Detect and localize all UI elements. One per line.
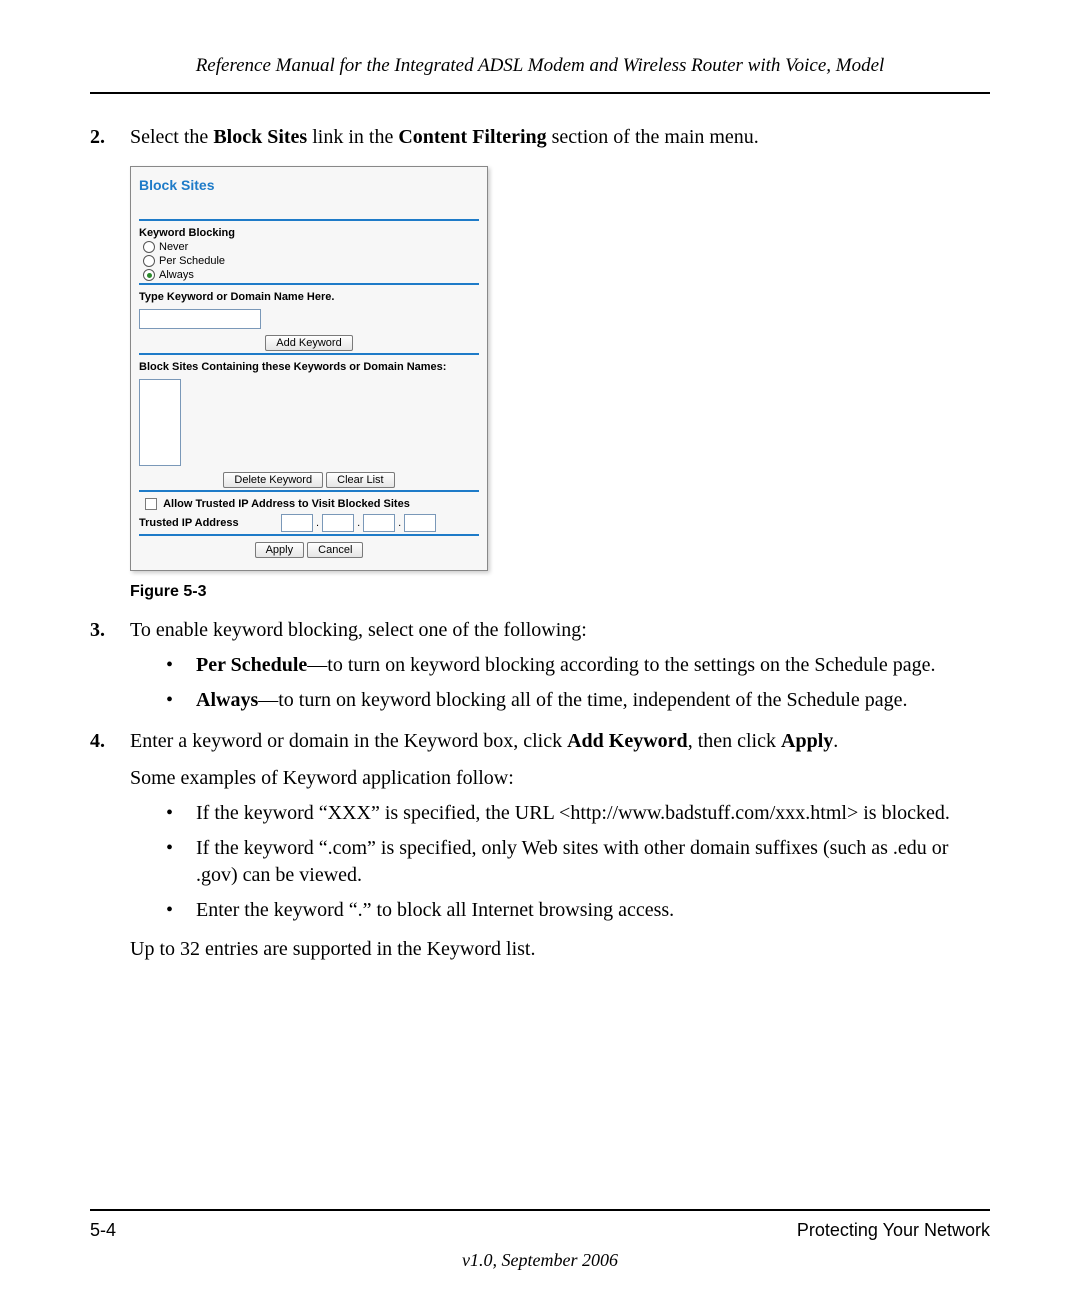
step-3-bullet-2-text: —to turn on keyword blocking all of the … [258, 689, 907, 711]
running-header: Reference Manual for the Integrated ADSL… [90, 55, 990, 94]
step-3-bullet-1-bold: Per Schedule [196, 654, 307, 676]
panel-separator-5 [139, 534, 479, 536]
section-title: Protecting Your Network [797, 1220, 990, 1241]
trusted-ip-octet-4[interactable] [404, 514, 436, 532]
panel-separator-2 [139, 283, 479, 285]
step-3-number: 3. [90, 617, 130, 714]
footer-rule [90, 1209, 990, 1211]
footer: 5-4 Protecting Your Network [90, 1220, 990, 1241]
step-4-bold1: Add Keyword [567, 730, 688, 752]
page-number: 5-4 [90, 1220, 116, 1241]
panel-title: Block Sites [139, 173, 479, 217]
block-sites-panel: Block Sites Keyword Blocking Never Per S… [130, 166, 488, 571]
step-4-bold2: Apply [781, 730, 833, 752]
trusted-ip-row: Trusted IP Address . . . [139, 514, 479, 532]
keyword-input[interactable] [139, 309, 261, 329]
radio-per-schedule[interactable] [143, 255, 155, 267]
step-2-pre: Select the [130, 126, 213, 148]
trusted-ip-octet-1[interactable] [281, 514, 313, 532]
add-keyword-button[interactable]: Add Keyword [265, 335, 352, 351]
content-body: 2. Select the Block Sites link in the Co… [90, 124, 990, 963]
keyword-blocking-label: Keyword Blocking [139, 227, 479, 239]
radio-per-schedule-label: Per Schedule [159, 255, 225, 267]
radio-always-label: Always [159, 269, 194, 281]
step-4-number: 4. [90, 728, 130, 963]
step-4: 4. Enter a keyword or domain in the Keyw… [90, 728, 990, 963]
allow-trusted-checkbox[interactable] [145, 498, 157, 510]
step-4-mid: , then click [688, 730, 781, 752]
radio-never-row[interactable]: Never [139, 241, 479, 253]
clear-list-button[interactable]: Clear List [326, 472, 394, 488]
radio-per-schedule-row[interactable]: Per Schedule [139, 255, 479, 267]
bullet-icon: • [166, 652, 196, 679]
version-line: v1.0, September 2006 [0, 1250, 1080, 1271]
panel-separator [139, 219, 479, 221]
step-3: 3. To enable keyword blocking, select on… [90, 617, 990, 714]
apply-button[interactable]: Apply [255, 542, 305, 558]
step-4-bullet-2-text: If the keyword “.com” is specified, only… [196, 835, 990, 889]
step-3-bullet-2: • Always—to turn on keyword blocking all… [166, 687, 990, 714]
figure-label: Figure 5-3 [130, 583, 990, 601]
step-3-bullet-2-bold: Always [196, 689, 258, 711]
bullet-icon: • [166, 897, 196, 924]
type-keyword-label: Type Keyword or Domain Name Here. [139, 291, 479, 303]
step-4-pre: Enter a keyword or domain in the Keyword… [130, 730, 567, 752]
bullet-icon: • [166, 687, 196, 714]
radio-always[interactable] [143, 269, 155, 281]
step-4-after1: Some examples of Keyword application fol… [130, 765, 990, 792]
panel-separator-4 [139, 490, 479, 492]
step-4-bullet-2: • If the keyword “.com” is specified, on… [166, 835, 990, 889]
block-sites-containing-label: Block Sites Containing these Keywords or… [139, 361, 479, 373]
ip-dot: . [356, 517, 361, 529]
radio-always-row[interactable]: Always [139, 269, 479, 281]
ip-dot: . [315, 517, 320, 529]
ip-dot: . [397, 517, 402, 529]
step-2-number: 2. [90, 124, 130, 151]
step-4-bullet-3: • Enter the keyword “.” to block all Int… [166, 897, 990, 924]
allow-trusted-row: Allow Trusted IP Address to Visit Blocke… [139, 498, 479, 510]
bullet-icon: • [166, 800, 196, 827]
trusted-ip-octet-2[interactable] [322, 514, 354, 532]
step-2-bold1: Block Sites [213, 126, 307, 148]
step-4-post: . [833, 730, 838, 752]
step-3-text: To enable keyword blocking, select one o… [130, 617, 990, 644]
step-2-post: section of the main menu. [547, 126, 759, 148]
apply-cancel-row: Apply Cancel [139, 542, 479, 558]
panel-separator-3 [139, 353, 479, 355]
step-4-line1: Enter a keyword or domain in the Keyword… [130, 728, 990, 755]
allow-trusted-label: Allow Trusted IP Address to Visit Blocke… [163, 498, 410, 510]
step-4-after2: Up to 32 entries are supported in the Ke… [130, 936, 990, 963]
keyword-listbox[interactable] [139, 379, 181, 466]
step-2-mid: link in the [307, 126, 398, 148]
radio-never-label: Never [159, 241, 188, 253]
trusted-ip-octet-3[interactable] [363, 514, 395, 532]
step-4-bullet-3-text: Enter the keyword “.” to block all Inter… [196, 897, 990, 924]
radio-never[interactable] [143, 241, 155, 253]
step-4-bullet-1-text: If the keyword “XXX” is specified, the U… [196, 800, 990, 827]
step-2: 2. Select the Block Sites link in the Co… [90, 124, 990, 151]
bullet-icon: • [166, 835, 196, 889]
step-3-bullet-1: • Per Schedule—to turn on keyword blocki… [166, 652, 990, 679]
cancel-button[interactable]: Cancel [307, 542, 363, 558]
trusted-ip-label: Trusted IP Address [139, 517, 279, 529]
step-3-bullet-1-text: —to turn on keyword blocking according t… [307, 654, 935, 676]
step-2-text: Select the Block Sites link in the Conte… [130, 124, 990, 151]
step-2-bold2: Content Filtering [398, 126, 546, 148]
figure-5-3: Block Sites Keyword Blocking Never Per S… [130, 166, 990, 601]
step-4-bullet-1: • If the keyword “XXX” is specified, the… [166, 800, 990, 827]
delete-keyword-button[interactable]: Delete Keyword [223, 472, 323, 488]
